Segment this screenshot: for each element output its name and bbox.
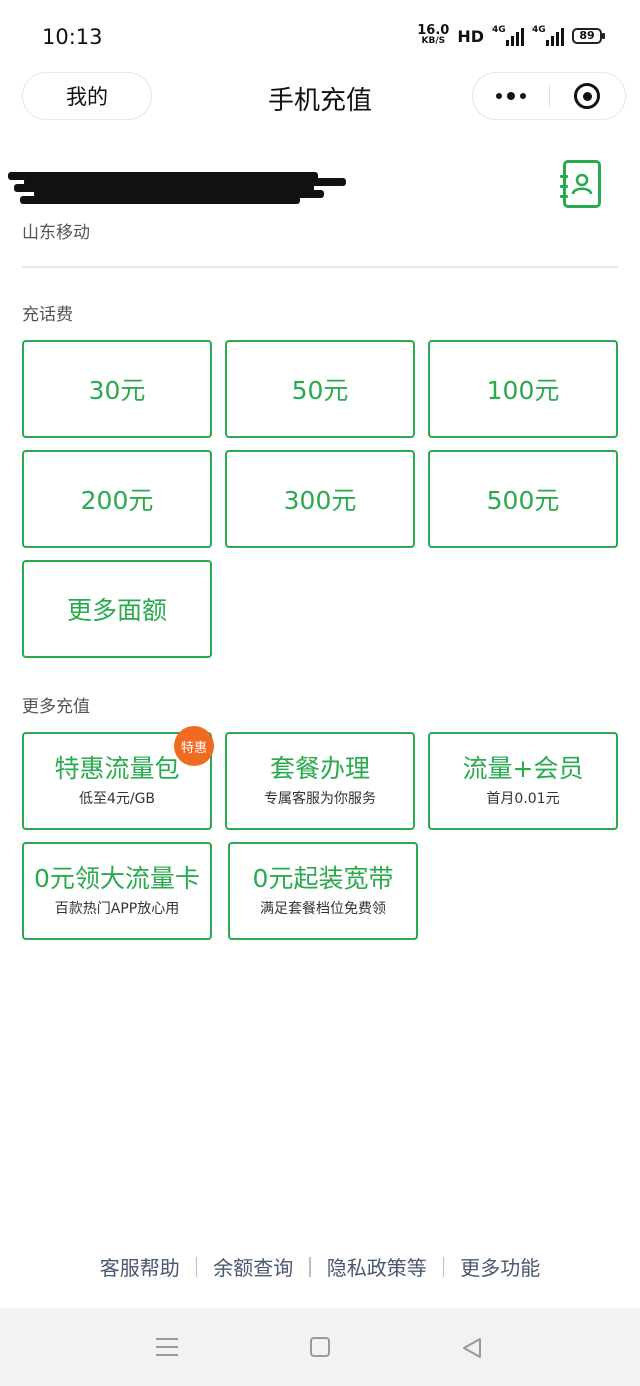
- menu-icon[interactable]: [156, 1338, 178, 1356]
- mini-program-capsule: [472, 72, 626, 120]
- item-title: 0元领大流量卡: [34, 864, 200, 893]
- footer-separator: [309, 1256, 311, 1277]
- more-recharge-section-label: 更多充值: [22, 697, 90, 717]
- footer-separator: [195, 1256, 198, 1277]
- carrier-label: 山东移动: [22, 223, 90, 243]
- amount-label: 100元: [486, 376, 560, 405]
- customer-service-link[interactable]: 客服帮助: [100, 1252, 180, 1281]
- status-bar: 10:13 16.0 KB/S HD 4G 4G 89: [0, 0, 640, 72]
- plan-signup-button[interactable]: 套餐办理 专属客服为你服务: [225, 732, 415, 830]
- network-speed-value: 16.0: [417, 23, 450, 38]
- amount-label: 30元: [88, 376, 146, 405]
- amount-button-200[interactable]: 200元: [22, 450, 212, 548]
- item-title: 特惠流量包: [54, 754, 180, 783]
- battery-icon: 89: [572, 28, 605, 44]
- data-membership-button[interactable]: 流量+会员 首月0.01元: [428, 732, 618, 830]
- target-close-icon[interactable]: [550, 73, 626, 119]
- item-subtitle: 专属客服为你服务: [264, 791, 376, 807]
- data-pack-button[interactable]: 特惠流量包 低至4元/GB 特惠: [22, 726, 214, 830]
- amount-button-500[interactable]: 500元: [428, 450, 618, 548]
- signal-label: 4G: [492, 25, 506, 35]
- amount-label: 200元: [80, 486, 154, 515]
- amount-label: 300元: [283, 486, 357, 515]
- more-features-link[interactable]: 更多功能: [460, 1252, 540, 1281]
- footer-links: 客服帮助 余额查询 隐私政策等 更多功能: [0, 1252, 640, 1281]
- special-offer-badge: 特惠: [174, 726, 214, 766]
- system-nav-bar: [0, 1308, 640, 1386]
- contacts-book-icon[interactable]: [560, 160, 601, 208]
- amount-button-100[interactable]: 100元: [428, 340, 618, 438]
- nav-bar: 我的 手机充值: [0, 70, 640, 124]
- item-title: 套餐办理: [269, 754, 370, 783]
- phone-number-redacted[interactable]: [4, 160, 346, 208]
- item-subtitle: 首月0.01元: [486, 791, 560, 807]
- free-data-card-button[interactable]: 0元领大流量卡 百款热门APP放心用: [22, 842, 212, 940]
- footer-separator: [442, 1256, 445, 1277]
- signal-icon: 4G: [532, 25, 564, 46]
- item-subtitle: 低至4元/GB: [78, 791, 156, 807]
- item-title: 流量+会员: [462, 754, 584, 783]
- network-speed: 16.0 KB/S: [417, 23, 450, 46]
- home-icon[interactable]: [310, 1337, 330, 1357]
- amount-label: 50元: [291, 376, 349, 405]
- divider: [22, 266, 618, 268]
- amount-button-30[interactable]: 30元: [22, 340, 212, 438]
- back-triangle-icon[interactable]: [460, 1336, 484, 1360]
- network-speed-unit: KB/S: [421, 36, 446, 46]
- amount-button-50[interactable]: 50元: [225, 340, 415, 438]
- topup-section-label: 充话费: [22, 305, 73, 325]
- item-subtitle: 百款热门APP放心用: [54, 901, 180, 917]
- broadband-button[interactable]: 0元起装宽带 满足套餐档位免费领: [228, 842, 418, 940]
- signal-label: 4G: [532, 25, 546, 35]
- my-button[interactable]: 我的: [22, 72, 152, 120]
- privacy-policy-link[interactable]: 隐私政策等: [327, 1252, 427, 1281]
- item-title: 0元起装宽带: [252, 864, 394, 893]
- status-icons: 16.0 KB/S HD 4G 4G 89: [417, 23, 605, 46]
- item-subtitle: 满足套餐档位免费领: [260, 901, 386, 917]
- more-dots-icon[interactable]: [473, 73, 549, 119]
- status-time: 10:13: [42, 25, 103, 49]
- hd-indicator: HD: [457, 26, 484, 46]
- balance-query-link[interactable]: 余额查询: [213, 1252, 293, 1281]
- more-amounts-label: 更多面额: [66, 596, 167, 625]
- more-amounts-button[interactable]: 更多面额: [22, 560, 212, 658]
- signal-icon: 4G: [492, 25, 524, 46]
- amount-label: 500元: [486, 486, 560, 515]
- amount-button-300[interactable]: 300元: [225, 450, 415, 548]
